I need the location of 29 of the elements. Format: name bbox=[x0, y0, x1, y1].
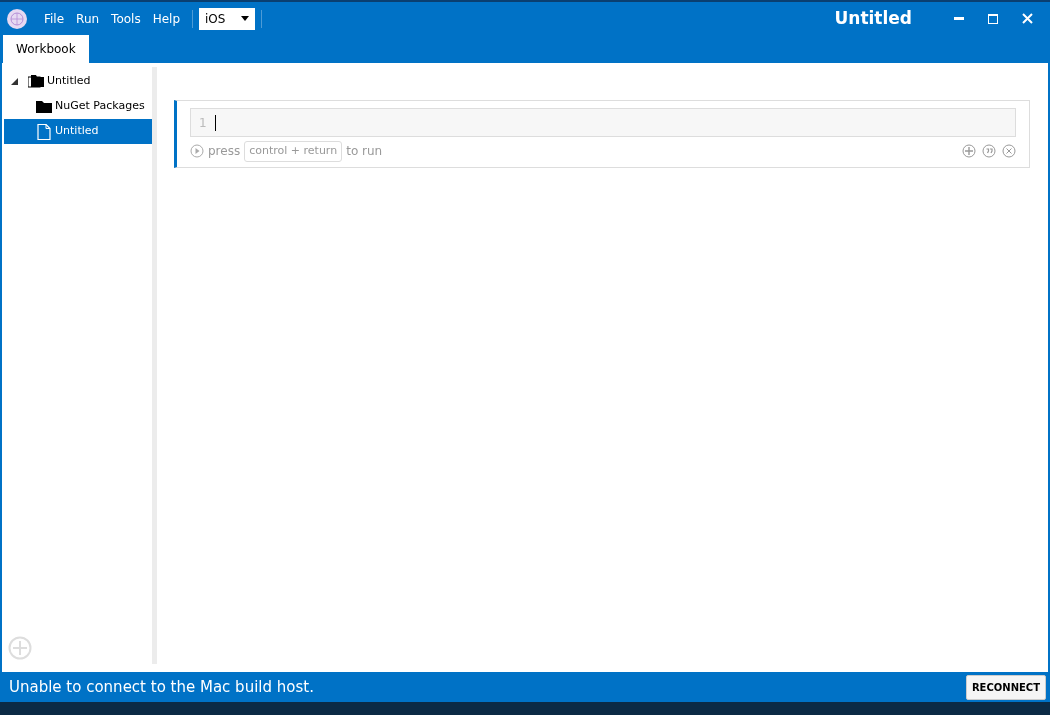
platform-dropdown[interactable]: iOS bbox=[199, 7, 256, 30]
tab[interactable]: Workbook bbox=[3, 35, 89, 63]
close-icon[interactable] bbox=[1002, 144, 1016, 159]
folders-icon bbox=[28, 73, 44, 90]
hint-text: press bbox=[208, 143, 241, 161]
window-title: Untitled bbox=[834, 6, 912, 30]
line-number: 1 bbox=[199, 114, 208, 132]
reconnect-button[interactable]: RECONNECT bbox=[965, 674, 1046, 700]
add-icon[interactable] bbox=[962, 144, 976, 159]
hint-text: to run bbox=[346, 143, 383, 161]
caret-icon bbox=[241, 16, 250, 21]
menu-item[interactable]: Tools bbox=[105, 9, 147, 28]
maximize-icon bbox=[988, 13, 998, 24]
expander-icon[interactable] bbox=[10, 77, 19, 86]
tree-item[interactable]: NuGet Packages bbox=[4, 94, 152, 119]
menu-item[interactable]: Run bbox=[70, 9, 106, 28]
quote-icon[interactable] bbox=[982, 144, 996, 159]
minimize-icon bbox=[954, 17, 964, 20]
close-icon bbox=[1021, 13, 1033, 24]
menu-item[interactable]: Help bbox=[146, 9, 187, 28]
tree-item[interactable]: Untitled bbox=[4, 119, 152, 144]
menu-item[interactable]: File bbox=[38, 9, 71, 28]
app-logo-icon[interactable] bbox=[6, 7, 28, 30]
folder-icon bbox=[36, 98, 52, 115]
shortcut-key: control + return bbox=[244, 141, 343, 162]
status-message: Unable to connect to the Mac build host. bbox=[9, 676, 314, 698]
tree-item[interactable]: Untitled bbox=[4, 69, 152, 94]
run-icon[interactable] bbox=[190, 144, 204, 159]
document-icon bbox=[36, 123, 52, 140]
